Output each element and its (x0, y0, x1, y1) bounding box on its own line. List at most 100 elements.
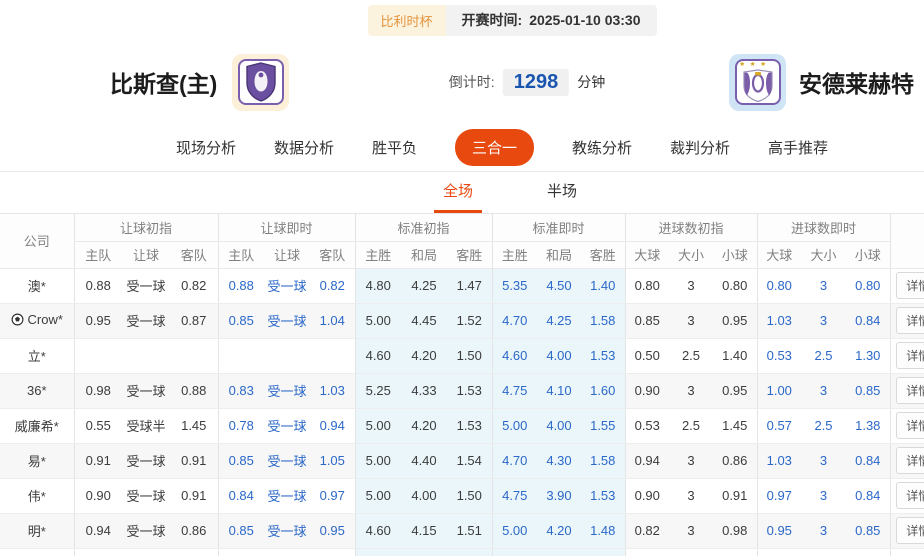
nav-tab-3[interactable]: 三合一 (455, 129, 534, 166)
countdown-unit: 分钟 (577, 72, 605, 92)
odds-cell-goals_initial-1: 3 (669, 478, 713, 513)
nav-tab-0[interactable]: 现场分析 (176, 137, 236, 158)
odds-cell-goals_live-2: 0.84 (846, 303, 890, 338)
odds-cell-std_live-2: 1.40 (581, 268, 625, 303)
away-crest-frame (735, 59, 781, 105)
odds-cell-handicap_live-2 (310, 338, 355, 373)
detail-cell (890, 548, 924, 556)
table-row: 威廉希*0.55受球半1.450.78受一球0.945.004.201.535.… (0, 408, 924, 443)
odds-cell-std_initial-2: 1.53 (447, 373, 492, 408)
sub-tab-1[interactable]: 半场 (538, 169, 586, 213)
nav-tab-6[interactable]: 高手推荐 (768, 137, 828, 158)
detail-button[interactable]: 详情 (896, 342, 924, 369)
detail-button[interactable]: 详情 (896, 517, 924, 544)
odds-cell-handicap_live-2 (310, 548, 355, 556)
table-row: 36*0.98受一球0.880.83受一球1.035.254.331.534.7… (0, 373, 924, 408)
odds-cell-handicap_initial-0: 0.88 (74, 268, 122, 303)
table-row: 明*0.94受一球0.860.85受一球0.954.604.151.515.00… (0, 513, 924, 548)
detail-cell: 详情 (890, 373, 924, 408)
odds-cell-handicap_initial-1: 受一球 (122, 303, 170, 338)
odds-cell-handicap_initial-1: 受一球 (122, 373, 170, 408)
nav-tab-5[interactable]: 裁判分析 (670, 137, 730, 158)
odds-cell-handicap_live-0 (218, 338, 264, 373)
odds-cell-handicap_live-0: 0.85 (218, 513, 264, 548)
nav-tab-2[interactable]: 胜平负 (372, 137, 417, 158)
odds-cell-handicap_live-0: 0.83 (218, 373, 264, 408)
detail-button[interactable]: 详情 (896, 447, 924, 474)
nav-tab-1[interactable]: 数据分析 (274, 137, 334, 158)
odds-cell-handicap_live-1: 受一球 (264, 373, 310, 408)
odds-cell-goals_live-1: 3 (801, 513, 846, 548)
company-cell: 威廉希* (0, 408, 74, 443)
odds-cell-std_live-1: 3.90 (537, 478, 581, 513)
odds-cell-handicap_live-0: 0.84 (218, 478, 264, 513)
sub-tab-0[interactable]: 全场 (434, 169, 482, 213)
home-team-name: 比斯查(主) (110, 65, 217, 99)
table-row: 伟*0.90受一球0.910.84受一球0.975.004.001.504.75… (0, 478, 924, 513)
detail-button[interactable]: 详情 (896, 272, 924, 299)
odds-cell-std_initial-2: 1.53 (447, 408, 492, 443)
odds-cell-handicap_initial-0: 0.98 (74, 373, 122, 408)
odds-table-head: 公司让球初指让球即时标准初指标准即时进球数初指进球数即时主队让球客队主队让球客队… (0, 214, 924, 268)
odds-cell-std_initial-1: 4.45 (401, 303, 447, 338)
odds-cell-goals_live-1 (801, 548, 846, 556)
odds-cell-std_initial-1: 4.00 (401, 478, 447, 513)
odds-cell-std_initial-2: 1.52 (447, 303, 492, 338)
odds-cell-std_live-0: 5.00 (492, 408, 537, 443)
group-header-3: 标准即时 (492, 214, 625, 241)
group-header-0: 让球初指 (74, 214, 218, 241)
detail-button[interactable]: 详情 (896, 307, 924, 334)
detail-cell: 详情 (890, 408, 924, 443)
odds-cell-goals_initial-0: 0.85 (625, 303, 669, 338)
nav-tab-4[interactable]: 教练分析 (572, 137, 632, 158)
odds-cell-std_live-0: 4.70 (492, 303, 537, 338)
away-team-name: 安德莱赫特 (799, 65, 914, 99)
detail-button[interactable]: 详情 (896, 412, 924, 439)
odds-cell-goals_initial-2: 0.98 (713, 513, 757, 548)
odds-cell-handicap_initial-2 (170, 338, 218, 373)
odds-cell-goals_initial-1: 3 (669, 373, 713, 408)
odds-cell-goals_live-2: 0.84 (846, 478, 890, 513)
detail-button[interactable]: 详情 (896, 482, 924, 509)
odds-cell-handicap_live-2: 0.82 (310, 268, 355, 303)
away-crest-shield-icon (740, 62, 776, 102)
sub-header-3-2: 客胜 (581, 241, 625, 268)
odds-cell-handicap_initial-1: 受一球 (122, 478, 170, 513)
odds-cell-std_live-2: 1.58 (581, 303, 625, 338)
group-header-1: 让球即时 (218, 214, 355, 241)
soccer-ball-icon (11, 313, 24, 326)
odds-cell-std_initial-0: 5.25 (355, 373, 401, 408)
detail-cell: 详情 (890, 478, 924, 513)
table-row: Crow*0.95受一球0.870.85受一球1.045.004.451.524… (0, 303, 924, 338)
odds-table-body: 澳*0.88受一球0.820.88受一球0.824.804.251.475.35… (0, 268, 924, 556)
odds-cell-std_initial-1: 4.40 (401, 443, 447, 478)
odds-cell-goals_live-0: 0.57 (757, 408, 801, 443)
odds-cell-goals_initial-0: 0.50 (625, 338, 669, 373)
detail-button[interactable]: 详情 (896, 377, 924, 404)
odds-cell-goals_initial-2: 1.40 (713, 338, 757, 373)
odds-cell-handicap_live-2: 0.94 (310, 408, 355, 443)
odds-cell-handicap_initial-2 (170, 548, 218, 556)
odds-cell-std_initial-0: 5.00 (355, 408, 401, 443)
odds-cell-handicap_live-2: 1.04 (310, 303, 355, 338)
odds-cell-handicap_live-0: 0.78 (218, 408, 264, 443)
company-cell: 伟* (0, 478, 74, 513)
odds-cell-goals_live-2: 1.30 (846, 338, 890, 373)
odds-cell-std_initial-0: 5.00 (355, 443, 401, 478)
sub-header-1-1: 让球 (264, 241, 310, 268)
odds-cell-std_live-1: 4.10 (537, 373, 581, 408)
sub-header-0-1: 让球 (122, 241, 170, 268)
company-name: 易* (28, 451, 46, 470)
odds-cell-goals_initial-0: 0.94 (625, 443, 669, 478)
odds-cell-handicap_initial-1: 受一球 (122, 268, 170, 303)
odds-cell-std_live-0: 4.75 (492, 478, 537, 513)
company-cell: 36* (0, 373, 74, 408)
odds-cell-handicap_live-1: 受一球 (264, 303, 310, 338)
odds-cell-goals_initial-0: 0.82 (625, 513, 669, 548)
odds-cell-std_live-2 (581, 548, 625, 556)
kickoff-group: 比利时杯 开赛时间: 2025-01-10 03:30 (368, 5, 657, 36)
odds-cell-std_live-1: 4.00 (537, 408, 581, 443)
company-name: 威廉希* (15, 416, 59, 435)
odds-cell-handicap_live-1 (264, 548, 310, 556)
odds-cell-handicap_live-1: 受一球 (264, 408, 310, 443)
